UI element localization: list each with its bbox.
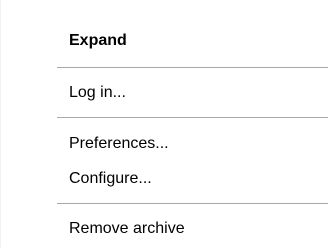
menu-separator [57,203,328,204]
menu-item-remove-archive[interactable]: Remove archive [1,212,335,246]
menu-item-configure[interactable]: Configure... [1,162,335,196]
menu-separator [57,117,328,118]
menu-item-expand[interactable]: Expand [1,24,335,58]
menu-item-preferences[interactable]: Preferences... [1,127,335,161]
menu-item-log-in[interactable]: Log in... [1,76,335,110]
context-menu: Expand Log in... Preferences... Configur… [0,0,335,248]
menu-separator [57,67,328,68]
